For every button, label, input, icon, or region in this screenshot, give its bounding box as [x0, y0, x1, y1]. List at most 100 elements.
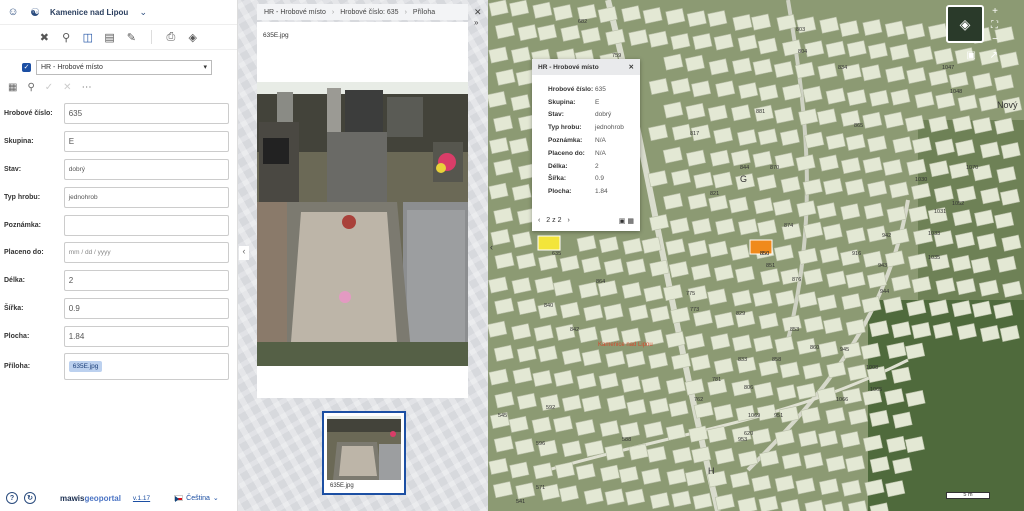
previous-icon[interactable]: ‹ — [538, 217, 540, 224]
grave-number-label: 870 — [770, 165, 779, 171]
grave-number-label: 853 — [790, 327, 799, 333]
popup-row: Šířka: 0.9 — [532, 173, 640, 186]
popup-key: Hrobové číslo: — [548, 85, 594, 93]
grave-number-label: 541 — [516, 499, 525, 505]
zoom-out-icon[interactable]: − — [992, 34, 998, 45]
grave-number-label: 840 — [544, 303, 553, 309]
attachment-chip[interactable]: 635E.jpg — [68, 360, 103, 372]
thumbnail-label: 635E.jpg — [330, 483, 354, 489]
pager-text: 2 z 2 — [546, 217, 562, 224]
report-icon[interactable]: ✎ — [125, 30, 138, 44]
grave-number-label: 682 — [578, 19, 587, 25]
check-icon[interactable]: ✓ — [45, 82, 53, 93]
field-input[interactable] — [63, 214, 229, 236]
basemap-switcher[interactable]: ◈ — [946, 5, 984, 43]
layers-icon[interactable]: ◈ — [186, 30, 199, 44]
scale-bar: 5 m — [946, 492, 990, 499]
highlighted-grave[interactable] — [537, 235, 561, 251]
popup-rows: Hrobové číslo: 635 Skupina: E Stav: dobrý Typ … — [532, 83, 640, 198]
layer-select[interactable]: HR - Hrobové místo ▾ — [36, 59, 212, 75]
database-icon[interactable]: ◫ — [81, 30, 94, 44]
image-icon[interactable]: ▣ — [967, 50, 976, 61]
print-icon[interactable]: ⎙ — [165, 30, 178, 44]
field-label: Placeno do: — [4, 249, 44, 257]
popup-key: Šířka: — [548, 175, 567, 183]
grave-number-label: 762 — [694, 397, 703, 403]
popup-row: Typ hrobu: jednohrob — [532, 121, 640, 134]
previous-image-icon[interactable]: ‹ — [239, 246, 249, 260]
close-icon[interactable]: ✕ — [474, 7, 482, 18]
help-icon[interactable]: ? — [6, 492, 18, 504]
layer-select-value: HR - Hrobové místo — [41, 63, 103, 71]
layer-selector-row: ✓ HR - Hrobové místo ▾ — [0, 50, 237, 78]
share-icon[interactable]: ↗ — [990, 50, 998, 61]
close-icon[interactable]: ✕ — [63, 82, 71, 93]
map-label-h: H — [708, 466, 715, 476]
field-input[interactable]: 1.84 — [63, 325, 229, 347]
breadcrumb-item[interactable]: HR - Hrobové místo — [264, 9, 326, 16]
field-input[interactable]: 2 — [63, 270, 229, 292]
field-input[interactable]: jednohrob — [63, 186, 229, 208]
grave-number-label: 876 — [792, 277, 801, 283]
popup-key: Placeno do: — [548, 149, 585, 157]
expand-icon[interactable]: » — [474, 18, 478, 27]
language-selector[interactable]: Čeština ⌄ — [174, 494, 219, 502]
version-link[interactable]: v.1.17 — [133, 495, 150, 502]
fullscreen-icon[interactable]: ⛶ — [991, 20, 998, 31]
field-input[interactable]: E — [63, 131, 229, 153]
search-icon[interactable]: ⚲ — [60, 30, 73, 44]
breadcrumb-item: Příloha — [412, 8, 436, 16]
user-icon[interactable]: ☺ — [6, 5, 20, 19]
field-label: Poznámka: — [4, 221, 41, 229]
zoom-to-icon[interactable]: ⚲ — [27, 82, 34, 93]
field-input[interactable]: mm / dd / yyyy — [63, 242, 229, 264]
grave-number-label: 951 — [774, 413, 783, 419]
grave-number-label: 829 — [736, 311, 745, 317]
field-input[interactable]: 635 — [63, 103, 229, 125]
grave-number-label: 1031 — [934, 209, 946, 215]
field-label: Délka: — [4, 277, 26, 285]
form-row: Skupina: E — [4, 128, 229, 156]
footer: ? ↻ mawisgeoportal v.1.17 Čeština ⌄ — [0, 485, 238, 511]
next-icon[interactable]: › — [567, 217, 569, 224]
breadcrumb-separator-icon: › — [404, 8, 407, 16]
grave-number-label: 571 — [536, 485, 545, 491]
breadcrumb-item[interactable]: Hrobové číslo: 635 — [340, 9, 398, 16]
grave-number-label: 944 — [880, 289, 889, 295]
municipality-selector[interactable]: Kamenice nad Lipou — [50, 8, 128, 17]
image-thumbnail[interactable]: 635E.jpg — [322, 411, 406, 495]
grave-number-label: 806 — [744, 385, 753, 391]
grave-number-label: 945 — [840, 347, 849, 353]
more-icon[interactable]: ⋯ — [82, 82, 92, 93]
globe-icon[interactable]: ☯ — [28, 5, 42, 19]
clock-icon[interactable]: ↻ — [24, 492, 36, 504]
popup-title: HR - Hrobové místo — [538, 63, 599, 71]
zoom-in-icon[interactable]: + — [992, 6, 998, 17]
tools-icon[interactable]: ✖ — [38, 30, 51, 44]
attribute-form: Hrobové číslo: 635 Skupina: E Stav: dobrý Typ … — [0, 96, 237, 350]
close-icon[interactable]: ✕ — [629, 63, 634, 71]
app-root: ☺ ☯ Kamenice nad Lipou ⌄ ✖ ⚲ ◫ ▤ ✎ ⎙ ◈ ✓… — [0, 0, 1024, 511]
popup-row: Placeno do: N/A — [532, 147, 640, 160]
table-icon[interactable]: ▦ — [8, 82, 17, 93]
map-place-label: Kamenice nad Lipou — [598, 342, 653, 348]
popup-value: N/A — [595, 149, 606, 157]
grave-number-label: 545 — [498, 413, 507, 419]
popup-row: Hrobové číslo: 635 — [532, 83, 640, 96]
attachment-field[interactable]: 635E.jpg — [63, 352, 229, 380]
field-input[interactable]: dobrý — [63, 158, 229, 180]
clipboard-icon[interactable]: ▤ — [103, 30, 116, 44]
field-input[interactable]: 0.9 — [63, 297, 229, 319]
grave-number-label: 1033 — [928, 231, 940, 237]
collapse-panel-icon[interactable]: ‹ — [490, 242, 500, 258]
chevron-down-icon[interactable]: ⌄ — [136, 5, 150, 19]
table-icon[interactable]: ▦ — [627, 218, 634, 225]
form-row: Stav: dobrý — [4, 156, 229, 184]
grave-photo[interactable] — [257, 82, 468, 366]
map-view[interactable]: 6827598038048346358658428818178708448218… — [488, 0, 1024, 511]
popup-value: jednohrob — [595, 124, 624, 132]
attachment-icon[interactable]: ▣ — [619, 218, 626, 225]
grave-number-label: 874 — [784, 223, 793, 229]
grave-number-label: 588 — [622, 437, 631, 443]
layer-checkbox[interactable]: ✓ — [22, 62, 31, 72]
